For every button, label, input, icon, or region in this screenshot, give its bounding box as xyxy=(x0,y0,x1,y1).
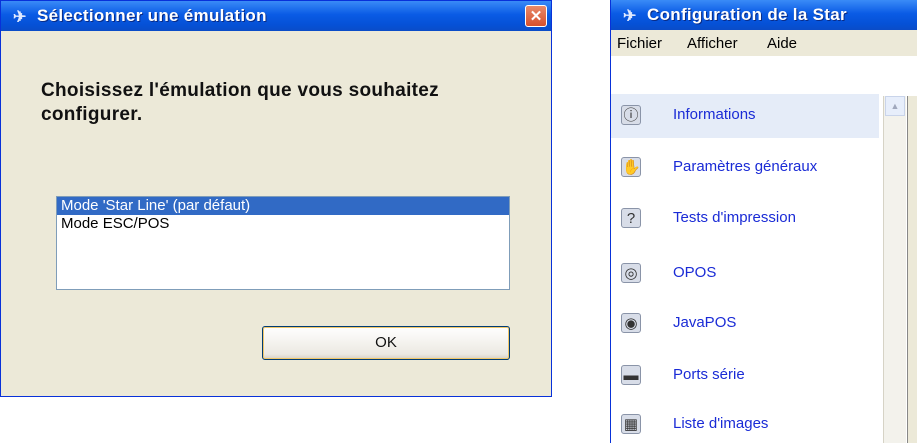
nav-item-label: Paramètres généraux xyxy=(673,158,818,175)
app-icon: ✈ xyxy=(623,8,637,25)
nav-item-label: Liste d'images xyxy=(673,415,769,432)
javapos-icon: ◉ xyxy=(621,313,641,333)
dialog-prompt: Choisissez l'émulation que vous souhaite… xyxy=(41,80,439,125)
nav-item-informations[interactable]: ⓘ Informations xyxy=(611,94,879,138)
ok-button[interactable]: OK xyxy=(262,326,510,360)
nav-item-label: Ports série xyxy=(673,366,745,383)
scroll-up-icon[interactable]: ▲ xyxy=(885,96,905,116)
list-item[interactable]: Mode ESC/POS xyxy=(57,215,509,233)
menu-aide[interactable]: Aide xyxy=(767,35,797,52)
nav-panel: ⓘ Informations ✋ Paramètres généraux ? T… xyxy=(611,56,881,443)
nav-item-label: JavaPOS xyxy=(673,314,737,331)
image-list-icon: ▦ xyxy=(621,414,641,434)
close-button[interactable]: ✕ xyxy=(525,5,547,27)
vertical-scrollbar[interactable]: ▲ xyxy=(883,96,906,443)
info-icon: ⓘ xyxy=(621,105,641,125)
dialog-title: Sélectionner une émulation xyxy=(37,6,267,25)
nav-item-parametres-generaux[interactable]: ✋ Paramètres généraux xyxy=(611,146,879,190)
nav-item-ports-serie[interactable]: ▬ Ports série xyxy=(611,354,879,398)
settings-hand-icon: ✋ xyxy=(621,157,641,177)
menu-fichier[interactable]: Fichier xyxy=(617,35,662,52)
serial-port-icon: ▬ xyxy=(621,365,641,385)
nav-item-label: Informations xyxy=(673,106,756,123)
menu-afficher[interactable]: Afficher xyxy=(687,35,738,52)
nav-item-tests-impression[interactable]: ? Tests d'impression xyxy=(611,197,879,241)
close-icon: ✕ xyxy=(529,8,543,25)
nav-item-label: Tests d'impression xyxy=(673,209,796,226)
content-panel-edge xyxy=(907,96,917,443)
config-title: Configuration de la Star xyxy=(647,5,847,24)
nav-item-label: OPOS xyxy=(673,264,717,281)
config-titlebar[interactable]: ✈ Configuration de la Star xyxy=(611,0,917,30)
app-icon: ✈ xyxy=(13,9,27,26)
list-item[interactable]: Mode 'Star Line' (par défaut) xyxy=(57,197,509,215)
emulation-dialog: ✈ Sélectionner une émulation ✕ Choisisse… xyxy=(0,0,552,397)
dialog-titlebar[interactable]: ✈ Sélectionner une émulation ✕ xyxy=(1,1,551,31)
emulation-listbox[interactable]: Mode 'Star Line' (par défaut) Mode ESC/P… xyxy=(56,196,510,290)
nav-item-opos[interactable]: ◎ OPOS xyxy=(611,252,879,296)
configuration-window: ✈ Configuration de la Star Fichier Affic… xyxy=(610,0,917,443)
print-test-icon: ? xyxy=(621,208,641,228)
menu-bar: Fichier Afficher Aide xyxy=(611,30,917,56)
nav-item-javapos[interactable]: ◉ JavaPOS xyxy=(611,302,879,346)
opos-icon: ◎ xyxy=(621,263,641,283)
nav-item-liste-images[interactable]: ▦ Liste d'images xyxy=(611,403,879,447)
